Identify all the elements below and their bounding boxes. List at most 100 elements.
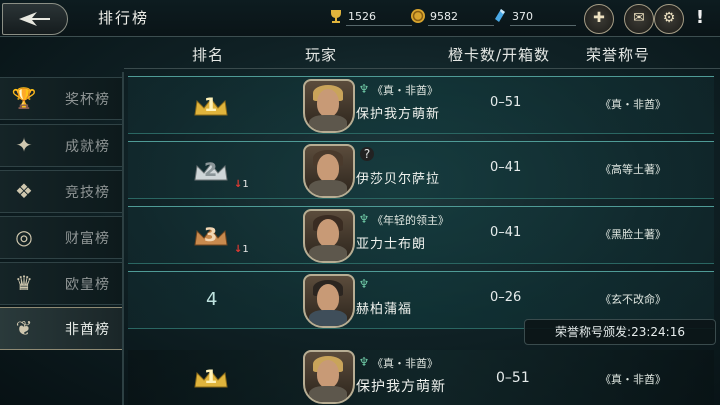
my-rank-row[interactable]: 1 ♆ 《真・非酋》 保护我方萌新 0–51 《真・非酋》 [128,350,714,405]
chalice-icon: 🏆 [11,86,37,110]
rank-number: 3 [204,224,218,246]
settings-button[interactable]: ⚙ [654,4,684,34]
cross-emblem-button[interactable]: ✚ [584,4,614,34]
honor-title: 《黑脸土著》 [600,228,666,241]
column-header-player: 玩家 [305,46,338,64]
avatar-face [317,154,339,182]
avatar-body [309,310,347,326]
star-compass-icon: ✦ [15,133,33,157]
arena-icon: ❖ [15,179,33,203]
gem-counter: 370 [492,8,582,26]
avatar-body [309,245,347,261]
avatar[interactable] [303,79,355,133]
gem-count: 370 [512,10,533,23]
sidebar-item-label: 竞技榜 [65,185,110,201]
table-row[interactable]: 1 ♆ 《真・非酋》 保护我方萌新 0–51 《真・非酋》 [128,76,714,134]
coin-icon [411,9,425,23]
rank-badge: 1 [194,92,228,118]
rank-number: 4 [206,289,218,310]
timer-value: 23:24:16 [631,325,685,339]
sidebar-item-trophy[interactable]: 🏆 奖杯榜 [0,77,122,120]
avatar-face [317,284,339,312]
player-name: 伊莎贝尔萨拉 [356,172,441,187]
column-header-honor: 荣誉称号 [586,46,651,64]
sidebar-item-unlucky[interactable]: ❦ 非酋榜 [0,307,122,350]
player-title: 《真・非酋》 [372,357,438,370]
title-emblem-icon: ♆ [358,212,370,226]
honor-title: 《真・非酋》 [600,98,666,111]
sidebar-item-wealth[interactable]: ◎ 财富榜 [0,216,122,259]
sidebar-item-arena[interactable]: ❖ 竞技榜 [0,170,122,213]
stats-value: 0–41 [490,160,522,175]
table-row[interactable]: 2 ↓1 ? 伊莎贝尔萨拉 0–41 《高等土著》 [128,141,714,199]
sidebar-item-lucky[interactable]: ♛ 欧皇榜 [0,262,122,305]
coin-counter: 9582 [410,8,500,26]
wreath-icon: ❦ [15,316,33,340]
top-bar: 排行榜 1526 9582 370 ✚ ✉ ⚙ ! [0,0,720,37]
column-header-rank: 排名 [192,46,225,64]
avatar[interactable] [303,350,355,404]
cross-icon: ✚ [593,10,605,26]
honor-title: 《高等土著》 [600,163,666,176]
rank-change-value: 1 [242,179,249,190]
coin-count: 9582 [430,10,458,23]
title-emblem-icon: ♆ [358,355,370,369]
sidebar-item-label: 奖杯榜 [65,92,110,108]
rank-badge: 1 [194,364,228,390]
player-name: 保护我方萌新 [356,379,446,395]
rank-number: 2 [204,159,218,181]
coin-icon: ◎ [15,225,33,249]
rank-badge: 2 ↓1 [194,157,249,190]
stats-value: 0–51 [490,95,522,110]
trophy-counter: 1526 [328,8,418,26]
sidebar-item-label: 欧皇榜 [65,277,110,293]
back-arrow-icon [19,12,50,26]
avatar-face [317,89,339,117]
title-emblem-icon: ♆ [358,82,370,96]
honor-title: 《真・非酋》 [600,373,666,386]
divider [346,25,412,26]
stats-value: 0–26 [490,290,522,305]
player-name: 保护我方萌新 [356,107,441,122]
player-name: 赫柏蒲福 [356,302,413,317]
table-row[interactable]: 3 ↓1 ♆ 《年轻的领主》 亚力士布朗 0–41 《黑脸土著》 [128,206,714,264]
mail-icon: ✉ [633,10,645,26]
honor-title: 《玄不改命》 [600,293,666,306]
title-emblem-icon: ♆ [358,277,370,291]
avatar-body [309,180,347,196]
avatar[interactable] [303,144,355,198]
rank-number: 1 [204,366,218,388]
divider [428,25,494,26]
rank-badge: 3 ↓1 [194,222,249,255]
rank-change: ↓1 [234,179,249,190]
gear-icon: ⚙ [662,10,676,26]
stats-value: 0–41 [490,225,522,240]
notice-button[interactable]: ! [686,4,714,32]
page-title: 排行榜 [98,9,150,27]
avatar-face [317,219,339,247]
sidebar-item-achievement[interactable]: ✦ 成就榜 [0,124,122,167]
avatar[interactable] [303,274,355,328]
sidebar-item-label: 财富榜 [65,231,110,247]
exclamation-icon: ! [695,7,705,28]
player-title: 《真・非酋》 [372,84,438,97]
player-title: 《年轻的领主》 [372,214,449,227]
avatar-body [309,386,347,402]
mail-button[interactable]: ✉ [624,4,654,34]
back-button[interactable] [2,3,68,35]
stats-value: 0–51 [496,370,530,386]
trophy-count: 1526 [348,10,376,23]
honor-award-timer: 荣誉称号颁发:23:24:16 [524,319,716,345]
unknown-emblem-icon: ? [360,147,374,161]
divider [510,25,576,26]
avatar[interactable] [303,209,355,263]
column-header-stats: 橙卡数/开箱数 [448,46,551,64]
avatar-body [309,115,347,131]
rank-change-value: 1 [242,244,249,255]
timer-label: 荣誉称号颁发: [555,325,632,339]
avatar-face [317,360,339,388]
potion-icon [495,9,505,22]
rank-number: 1 [204,94,218,116]
sidebar-item-label: 成就榜 [65,139,110,155]
crown-icon: ♛ [15,271,33,295]
